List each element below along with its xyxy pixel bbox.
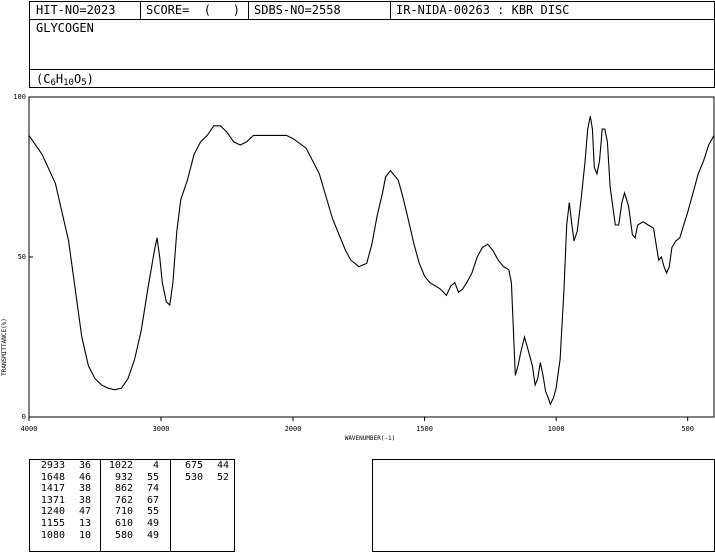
x-tick-label: 2000 — [285, 425, 302, 433]
x-tick-label: 3000 — [153, 425, 170, 433]
peak-transmittance: 46 — [78, 471, 91, 483]
peak-wavenumber: 1155 — [40, 517, 65, 529]
peak-wavenumber: 2933 — [40, 460, 65, 471]
peak-row: 1417 38 — [38, 483, 91, 495]
peak-row: 1155 13 — [38, 518, 91, 530]
peak-table: 2933 36 1648 46 1417 38 1371 38 1240 47 1155 13 1080… — [29, 459, 235, 552]
score: SCORE= ( ) — [146, 3, 240, 17]
peak-wavenumber: 710 — [114, 506, 133, 518]
peak-wavenumber: 610 — [114, 517, 133, 529]
header-divider — [248, 2, 249, 19]
x-tick-label: 1000 — [548, 425, 565, 433]
peak-row: 675 44 — [176, 460, 229, 472]
x-axis: 4000 3000 2000 1500 1000 500 — [21, 417, 694, 433]
molecular-formula: (C6H10O5) — [36, 72, 94, 88]
peak-transmittance: 13 — [78, 517, 91, 529]
peak-column: 1022 4 932 55 862 74 762 67 710 55 610 49 580 49 — [106, 460, 159, 551]
peak-transmittance: 55 — [146, 471, 159, 483]
peak-column-divider — [170, 460, 171, 551]
peak-row: 1080 10 — [38, 530, 91, 542]
peak-row: 610 49 — [106, 518, 159, 530]
peak-wavenumber: 862 — [114, 483, 133, 495]
hit-number: HIT-NO=2023 — [36, 3, 116, 17]
peak-wavenumber: 1240 — [40, 506, 65, 518]
notes-box — [372, 459, 715, 552]
peak-row: 1371 38 — [38, 495, 91, 507]
peak-row: 762 67 — [106, 495, 159, 507]
peak-row: 862 74 — [106, 483, 159, 495]
peak-wavenumber: 1080 — [40, 529, 65, 541]
header-rule — [30, 69, 714, 70]
peak-transmittance: 74 — [146, 483, 159, 495]
peak-row: 1648 46 — [38, 472, 91, 484]
peak-column-divider — [100, 460, 101, 551]
peak-transmittance: 49 — [146, 517, 159, 529]
header-divider — [140, 2, 141, 19]
compound-name: GLYCOGEN — [36, 21, 94, 35]
y-tick-label: 50 — [18, 253, 26, 261]
peak-row: 530 52 — [176, 472, 229, 484]
y-axis: 0 50 100 — [13, 93, 33, 421]
peak-wavenumber: 675 — [184, 460, 203, 471]
peak-wavenumber: 762 — [114, 494, 133, 506]
peak-row: 932 55 — [106, 472, 159, 484]
peak-column: 675 44 530 52 — [176, 460, 229, 551]
peak-transmittance: 52 — [216, 471, 229, 483]
peak-wavenumber: 1648 — [40, 471, 65, 483]
peak-wavenumber: 580 — [114, 529, 133, 541]
header-rule — [30, 19, 714, 20]
peak-transmittance: 4 — [152, 460, 159, 471]
peak-row: 2933 36 — [38, 460, 91, 472]
peak-transmittance: 38 — [78, 483, 91, 495]
header-divider — [390, 2, 391, 19]
peak-transmittance: 67 — [146, 494, 159, 506]
peak-row: 580 49 — [106, 530, 159, 542]
peak-row: 1022 4 — [106, 460, 159, 472]
peak-transmittance: 44 — [216, 460, 229, 471]
ir-identifier: IR-NIDA-00263 : KBR DISC — [396, 3, 570, 17]
x-tick-label: 1500 — [416, 425, 433, 433]
peak-wavenumber: 932 — [114, 471, 133, 483]
peak-row: 1240 47 — [38, 506, 91, 518]
peak-row: 710 55 — [106, 506, 159, 518]
y-axis-title: TRANSMITTANCE(%) — [1, 318, 8, 376]
y-tick-label: 100 — [13, 93, 26, 101]
peak-transmittance: 55 — [146, 506, 159, 518]
peak-wavenumber: 1417 — [40, 483, 65, 495]
transmittance-curve — [28, 116, 715, 406]
peak-wavenumber: 530 — [184, 471, 203, 483]
x-tick-label: 500 — [681, 425, 694, 433]
y-tick-label: 0 — [22, 413, 26, 421]
x-axis-title: WAVENUMBER(-1) — [345, 435, 396, 442]
peak-transmittance: 49 — [146, 529, 159, 541]
peak-wavenumber: 1371 — [40, 494, 65, 506]
peak-wavenumber: 1022 — [108, 460, 133, 471]
x-tick-label: 4000 — [21, 425, 38, 433]
ir-spectrum-chart: 0 50 100 4000 3000 2000 1500 1000 500 WAVENUMBE… — [1, 93, 715, 442]
peak-transmittance: 47 — [78, 506, 91, 518]
peak-transmittance: 38 — [78, 494, 91, 506]
peak-transmittance: 10 — [78, 529, 91, 541]
header-panel: HIT-NO=2023 SCORE= ( ) SDBS-NO=2558 IR-N… — [29, 1, 715, 88]
peak-transmittance: 36 — [78, 460, 91, 471]
sdbs-number: SDBS-NO=2558 — [254, 3, 341, 17]
peak-column: 2933 36 1648 46 1417 38 1371 38 1240 47 1155 13 1080… — [38, 460, 91, 551]
